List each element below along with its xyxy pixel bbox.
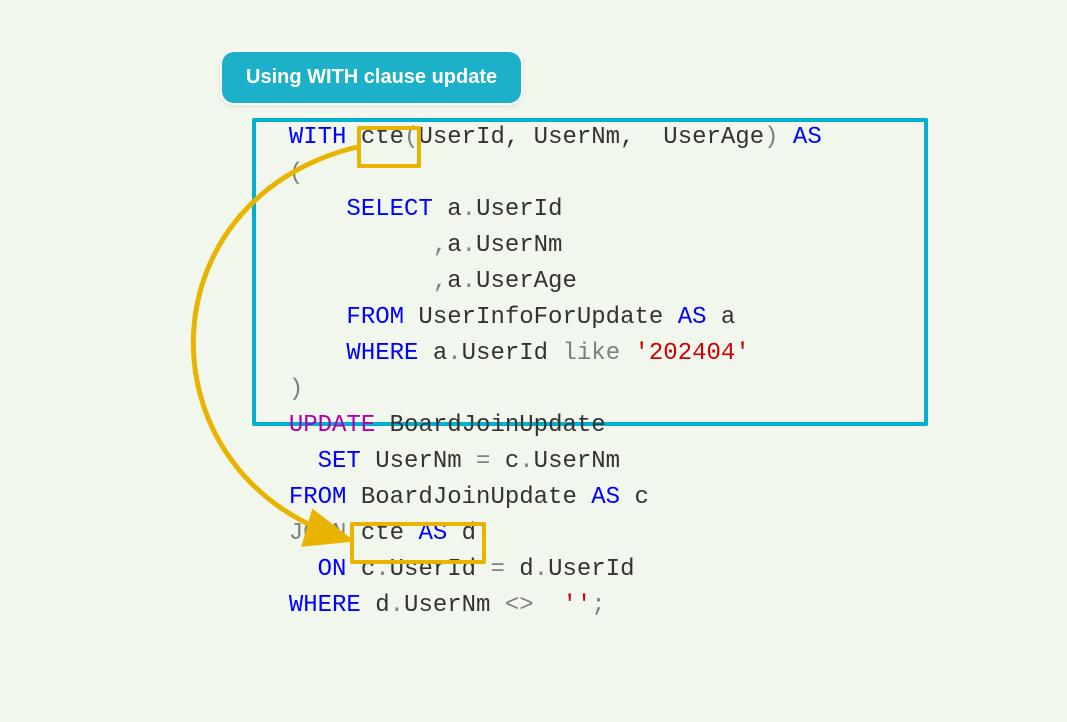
code-line-14: WHERE d.UserNm <> ''; (260, 588, 940, 624)
code-line-1: WITH cte(UserId, UserNm, UserAge) AS (260, 120, 940, 156)
code-line-7: WHERE a.UserId like '202404' (260, 336, 940, 372)
title-badge: Using WITH clause update (222, 52, 521, 103)
code-line-4: ,a.UserNm (260, 228, 940, 264)
code-line-5: ,a.UserAge (260, 264, 940, 300)
title-badge-label: Using WITH clause update (246, 66, 497, 88)
code-line-10: SET UserNm = c.UserNm (260, 444, 940, 480)
code-line-8: ) (260, 372, 940, 408)
code-line-11: FROM BoardJoinUpdate AS c (260, 480, 940, 516)
code-line-13: ON c.UserId = d.UserId (260, 552, 940, 588)
sql-code-block: WITH cte(UserId, UserNm, UserAge) AS ( S… (260, 120, 940, 624)
code-line-9: UPDATE BoardJoinUpdate (260, 408, 940, 444)
code-line-6: FROM UserInfoForUpdate AS a (260, 300, 940, 336)
code-line-12: JOIN cte AS d (260, 516, 940, 552)
code-line-2: ( (260, 156, 940, 192)
code-line-3: SELECT a.UserId (260, 192, 940, 228)
